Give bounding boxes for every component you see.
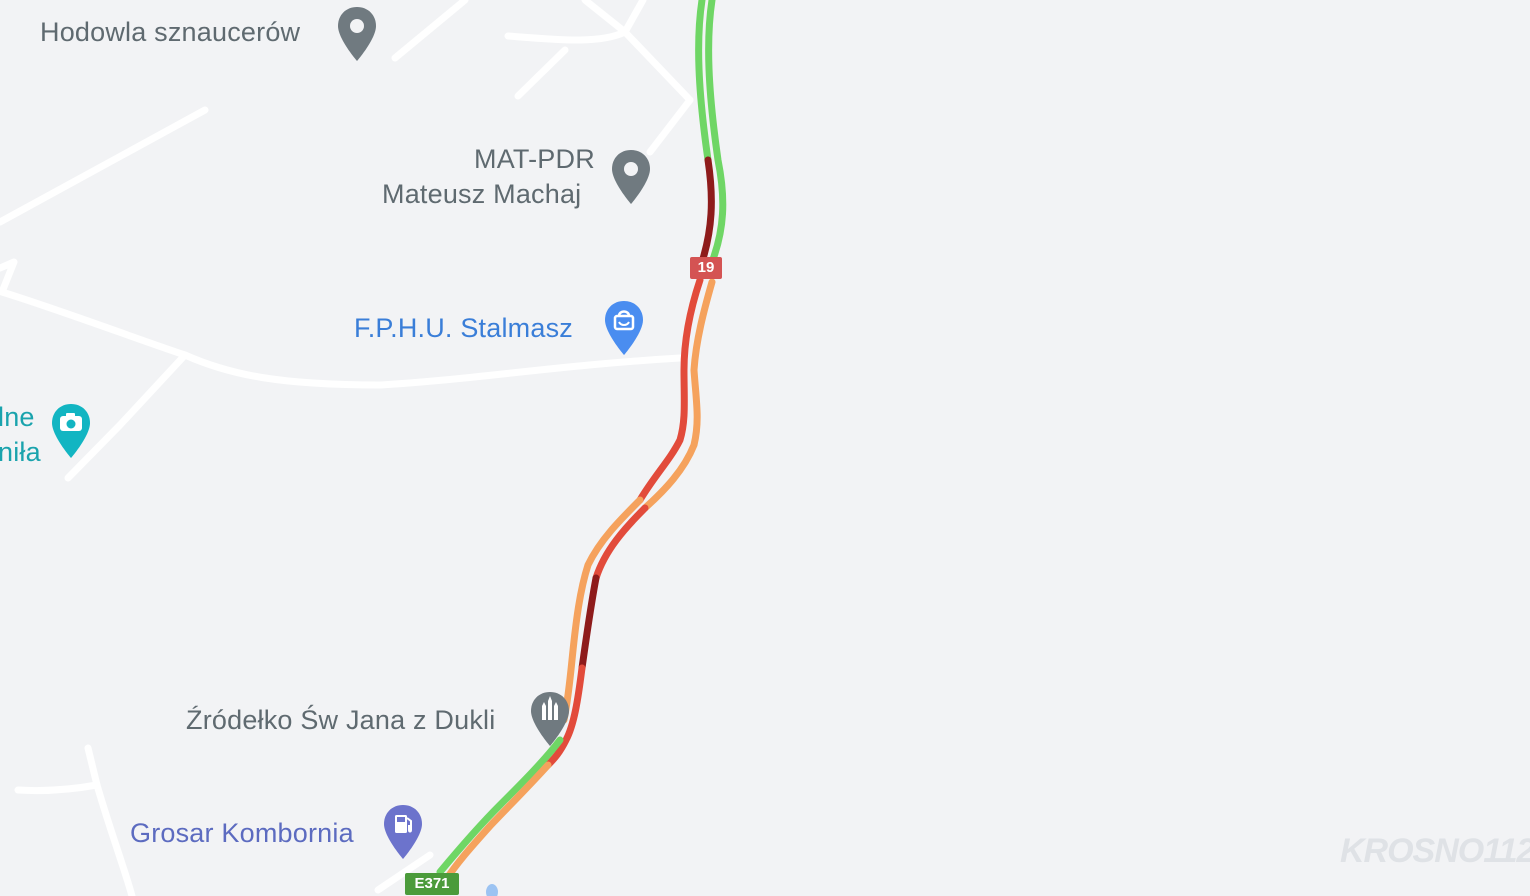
watermark-logo: KROSNO112.PL (1340, 832, 1530, 871)
poi-name: MAT-PDR (474, 144, 595, 174)
poi-label-grosar[interactable]: Grosar Kombornia (130, 816, 354, 850)
fuel-pin-icon[interactable] (382, 803, 424, 863)
camera-pin-icon[interactable] (50, 402, 92, 462)
road-number: E371 (414, 875, 450, 892)
traffic-segment-free-south (436, 736, 564, 876)
poi-name: niła (0, 437, 41, 467)
poi-name: lne (0, 402, 35, 432)
poi-label-hodowla[interactable]: Hodowla sznaucerów (40, 15, 300, 49)
poi-name: Źródełko Św Jana z Dukli (186, 705, 496, 735)
poi-label-matpdr-line1[interactable]: MAT-PDR (474, 142, 595, 176)
road-number: 19 (697, 259, 715, 276)
poi-label-matpdr-line2[interactable]: Mateusz Machaj (382, 177, 581, 211)
poi-name: Grosar Kombornia (130, 818, 354, 848)
traffic-segment-stopped-north (698, 156, 715, 266)
traffic-segment-slow-mid (560, 496, 644, 724)
map-canvas[interactable]: Hodowla sznaucerów MAT-PDR Mateusz Macha… (0, 0, 1530, 896)
poi-name: Mateusz Machaj (382, 179, 582, 209)
poi-label-photo-line2[interactable]: niła (0, 435, 41, 469)
traffic-route (436, 0, 727, 884)
road-shield-19: 19 (690, 257, 722, 279)
location-pin-icon[interactable] (610, 148, 652, 208)
poi-label-photo-line1[interactable]: lne (0, 400, 35, 434)
shopping-bag-pin-icon[interactable] (603, 299, 645, 359)
poi-name: F.P.H.U. Stalmasz (354, 313, 573, 343)
poi-name: Hodowla sznaucerów (40, 17, 301, 47)
watermark-text: KROSNO112.PL (1340, 832, 1530, 870)
location-pin-icon[interactable] (336, 5, 378, 65)
poi-label-stalmasz[interactable]: F.P.H.U. Stalmasz (354, 311, 573, 345)
water-feature (486, 884, 498, 896)
road-shield-e371: E371 (405, 873, 459, 895)
traffic-segment-heavy-west (636, 276, 704, 504)
church-pin-icon[interactable] (529, 690, 571, 750)
poi-label-zrodelko[interactable]: Źródełko Św Jana z Dukli (186, 703, 495, 737)
traffic-segment-slow-south (442, 761, 552, 884)
